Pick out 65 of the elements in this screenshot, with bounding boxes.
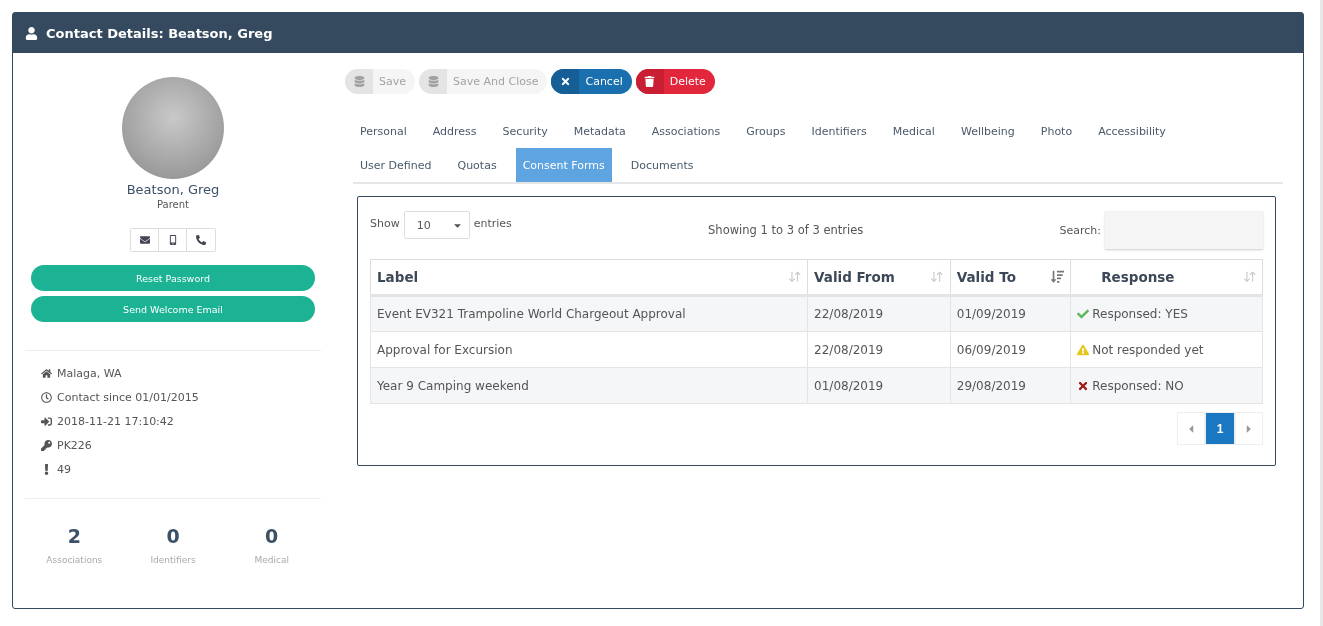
- page-button[interactable]: 1: [1205, 412, 1235, 445]
- tab[interactable]: Identifiers: [804, 114, 874, 148]
- clock-icon: [41, 392, 52, 403]
- tab[interactable]: Photo: [1033, 114, 1080, 148]
- entries-info: Showing 1 to 3 of 3 entries: [708, 223, 864, 237]
- tab[interactable]: Documents: [623, 148, 701, 182]
- tab[interactable]: Personal: [353, 114, 414, 148]
- response-text: Responsed: NO: [1092, 378, 1184, 393]
- page-size-select[interactable]: 10: [403, 211, 470, 239]
- warning-icon: [1077, 343, 1090, 356]
- stat-label: Associations: [46, 555, 103, 565]
- user-icon: [25, 26, 38, 40]
- table-cell: Approval for Excursion: [370, 331, 808, 368]
- tab[interactable]: Accessibility: [1091, 114, 1173, 148]
- detail-text: Malaga, WA: [57, 367, 122, 380]
- table-cell: Year 9 Camping weekend: [370, 367, 808, 404]
- table-cell: 29/08/2019: [950, 367, 1071, 404]
- table-cell: 06/09/2019: [950, 331, 1071, 368]
- mobile-icon: [167, 235, 178, 245]
- stat-label: Identifiers: [150, 555, 196, 565]
- search-field[interactable]: [1105, 211, 1263, 249]
- trash-icon: [644, 76, 656, 87]
- detail-text: 49: [57, 463, 71, 476]
- tab[interactable]: Associations: [644, 114, 728, 148]
- entries-label: entries: [473, 217, 512, 230]
- tab[interactable]: Address: [425, 114, 484, 148]
- key-icon: [41, 440, 52, 451]
- check-icon: [1077, 308, 1090, 320]
- detail-text: 2018-11-21 17:10:42: [57, 415, 174, 428]
- table-cell: 01/09/2019: [950, 295, 1071, 332]
- response-text: Not responded yet: [1092, 342, 1204, 357]
- search-label: Search:: [1059, 223, 1101, 237]
- stat-value: 0: [265, 525, 279, 547]
- email-button[interactable]: [131, 229, 159, 251]
- cross-icon: [1077, 379, 1090, 392]
- tab[interactable]: User Defined: [353, 148, 439, 182]
- stat-value: 0: [166, 525, 180, 547]
- stat-value: 2: [67, 525, 81, 547]
- contact-role: Parent: [157, 199, 189, 210]
- sign-in-icon: [41, 416, 52, 427]
- detail-text: Contact since 01/01/2015: [57, 391, 199, 404]
- show-label: Show: [370, 217, 400, 230]
- cancel-button[interactable]: Cancel: [551, 69, 632, 94]
- table-cell: 22/08/2019: [807, 295, 951, 332]
- detail-text: PK226: [57, 439, 92, 452]
- stat-label: Medical: [254, 555, 289, 565]
- tab[interactable]: Wellbeing: [953, 114, 1022, 148]
- phone-icon: [196, 235, 206, 245]
- envelope-icon: [139, 235, 150, 245]
- table-cell: Event EV321 Trampoline World Chargeout Approval: [370, 295, 808, 332]
- delete-button[interactable]: Delete: [635, 69, 715, 94]
- response-text: Responsed: YES: [1092, 307, 1188, 321]
- contact-name: Beatson, Greg: [126, 182, 220, 197]
- tab[interactable]: Quotas: [450, 148, 504, 182]
- home-icon: [41, 368, 52, 379]
- database-icon: [353, 76, 365, 87]
- tab[interactable]: Security: [495, 114, 555, 148]
- table-cell: 01/08/2019: [807, 367, 951, 404]
- tab[interactable]: Metadata: [566, 114, 633, 148]
- window-title: Contact Details: Beatson, Greg: [46, 25, 273, 41]
- close-icon: [559, 76, 571, 87]
- tab[interactable]: Groups: [739, 114, 793, 148]
- table-cell: 22/08/2019: [807, 331, 951, 368]
- database-icon: [427, 76, 439, 87]
- tab[interactable]: Medical: [885, 114, 942, 148]
